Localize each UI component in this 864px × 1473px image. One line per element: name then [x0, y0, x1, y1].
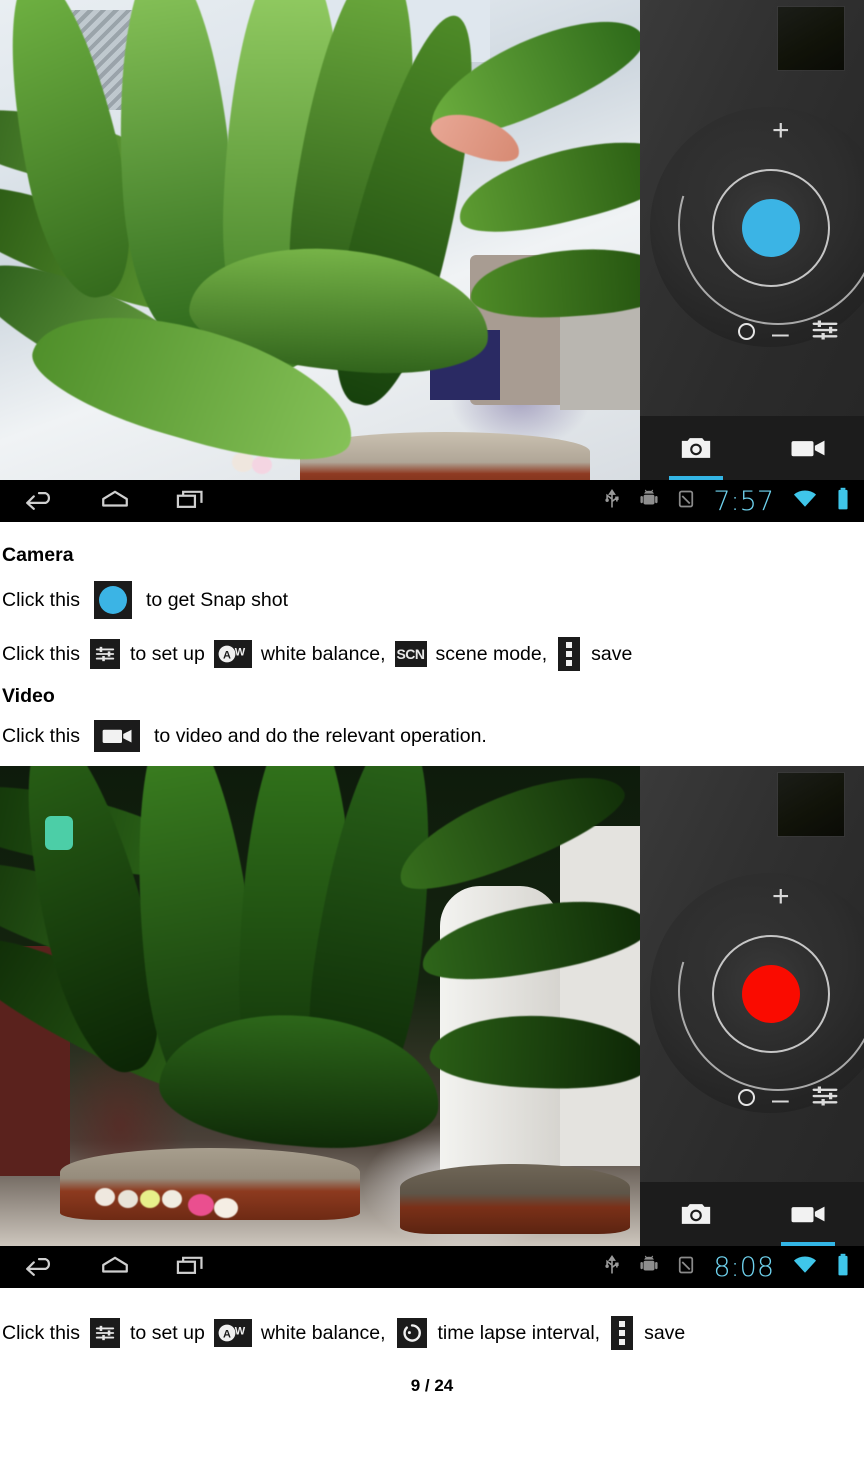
camera-preview-camera-mode[interactable]: [0, 0, 640, 480]
scene-mode-icon: SCN: [394, 641, 427, 667]
zoom-out-icon[interactable]: –: [772, 319, 789, 349]
zoom-in-icon[interactable]: +: [772, 882, 790, 912]
status-clock: 7:57: [713, 485, 774, 517]
zoom-dial[interactable]: + –: [642, 855, 864, 1127]
usb-icon: [603, 488, 621, 515]
video-button-icon: [94, 720, 141, 752]
three-dots-icon: [566, 642, 573, 666]
android-system-bar: 8:08: [0, 1246, 864, 1288]
camera-setup-instruction: Click this to set up A W white balance, …: [2, 637, 862, 671]
setup-suffix-text: save: [591, 642, 633, 665]
settings-sliders-icon[interactable]: [810, 1081, 840, 1111]
auto-white-balance-icon: A W: [213, 1319, 252, 1347]
settings-sliders-icon[interactable]: [810, 315, 840, 345]
vsetup-mid3-text: time lapse interval,: [437, 1321, 601, 1344]
three-dots-icon: [619, 1321, 626, 1345]
recent-apps-icon[interactable]: [174, 1254, 208, 1281]
video-control-panel: + –: [640, 766, 864, 1246]
setup-prefix-text: Click this: [2, 642, 81, 665]
camera-preview-video-mode[interactable]: [0, 766, 640, 1246]
camera-control-panel: + –: [640, 0, 864, 480]
setup-mid3-text: scene mode,: [435, 642, 548, 665]
svg-text:W: W: [235, 1326, 246, 1338]
video-icon: [791, 440, 825, 457]
video-suffix-text: to video and do the relevant operation.: [154, 724, 487, 747]
video-icon: [791, 1206, 825, 1223]
zoom-slider-knob[interactable]: [738, 1089, 755, 1106]
zoom-slider-knob[interactable]: [738, 323, 755, 340]
settings-sliders-icon: [90, 639, 121, 669]
android-debug-icon: [639, 1254, 659, 1281]
setup-mid1-text: to set up: [130, 642, 205, 665]
usb-icon: [603, 1254, 621, 1281]
scene-mode-label: SCN: [396, 646, 425, 662]
battery-icon: [836, 487, 850, 516]
home-icon[interactable]: [98, 1254, 132, 1281]
camera-instructions: Camera Click this to get Snap shot Click…: [0, 522, 864, 752]
back-icon[interactable]: [22, 1254, 56, 1281]
zoom-in-icon[interactable]: +: [772, 116, 790, 146]
snap-shot-instruction: Click this to get Snap shot: [2, 581, 862, 619]
zoom-out-icon[interactable]: –: [772, 1085, 789, 1115]
vsetup-mid2-text: white balance,: [260, 1321, 386, 1344]
overflow-menu-icon: [558, 637, 581, 671]
last-capture-thumbnail[interactable]: [778, 773, 844, 836]
android-debug-icon: [639, 488, 659, 515]
snap-shot-button-icon: [94, 581, 133, 619]
tab-camera[interactable]: [640, 1182, 752, 1246]
vsetup-mid1-text: to set up: [130, 1321, 205, 1344]
home-icon[interactable]: [98, 488, 132, 515]
time-lapse-icon: [396, 1318, 427, 1348]
auto-white-balance-icon: A W: [213, 640, 252, 668]
mode-tab-bar: [640, 416, 864, 480]
preview-photo-plant-video: [0, 766, 640, 1246]
video-setup-instruction: Click this to set up A W white balance, …: [2, 1316, 862, 1350]
battery-icon: [836, 1253, 850, 1282]
video-mode-screenshot: + – 8:08: [0, 766, 864, 1288]
vsetup-prefix-text: Click this: [2, 1321, 81, 1344]
back-icon[interactable]: [22, 488, 56, 515]
recent-apps-icon[interactable]: [174, 488, 208, 515]
snap-prefix-text: Click this: [2, 588, 81, 611]
shutter-button[interactable]: [712, 169, 830, 287]
video-instruction: Click this to video and do the relevant …: [2, 720, 862, 752]
tab-camera[interactable]: [640, 416, 752, 480]
sd-card-icon: [677, 489, 695, 514]
blue-circle-icon: [99, 586, 128, 614]
last-capture-thumbnail[interactable]: [778, 7, 844, 70]
camera-mode-screenshot: + – 7:57: [0, 0, 864, 522]
wifi-icon: [792, 1254, 818, 1281]
camera-icon: [681, 1204, 711, 1224]
video-instructions: Click this to set up A W white balance, …: [0, 1288, 864, 1350]
video-prefix-text: Click this: [2, 724, 81, 747]
shutter-inner-dot[interactable]: [742, 199, 800, 257]
video-heading: Video: [2, 685, 55, 707]
zoom-dial[interactable]: + –: [642, 89, 864, 361]
wifi-icon: [792, 488, 818, 515]
status-clock: 8:08: [713, 1251, 774, 1283]
page-number: 9 / 24: [410, 1376, 454, 1395]
sd-card-icon: [677, 1255, 695, 1280]
android-system-bar: 7:57: [0, 480, 864, 522]
setup-mid2-text: white balance,: [260, 642, 386, 665]
manual-page: + – 7:57 Camera Click this to get Snap s…: [0, 0, 864, 1473]
svg-text:W: W: [235, 647, 246, 659]
snap-suffix-text: to get Snap shot: [146, 588, 289, 611]
mode-tab-bar: [640, 1182, 864, 1246]
camera-icon: [681, 438, 711, 458]
camera-heading: Camera: [2, 544, 74, 566]
tab-video[interactable]: [752, 416, 864, 480]
record-button[interactable]: [712, 935, 830, 1053]
record-inner-dot[interactable]: [742, 965, 800, 1023]
svg-text:A: A: [223, 649, 231, 661]
vsetup-suffix-text: save: [644, 1321, 686, 1344]
preview-photo-plant: [0, 0, 640, 480]
svg-text:A: A: [223, 1328, 231, 1340]
tab-video[interactable]: [752, 1182, 864, 1246]
settings-sliders-icon: [90, 1318, 121, 1348]
overflow-menu-icon: [611, 1316, 634, 1350]
